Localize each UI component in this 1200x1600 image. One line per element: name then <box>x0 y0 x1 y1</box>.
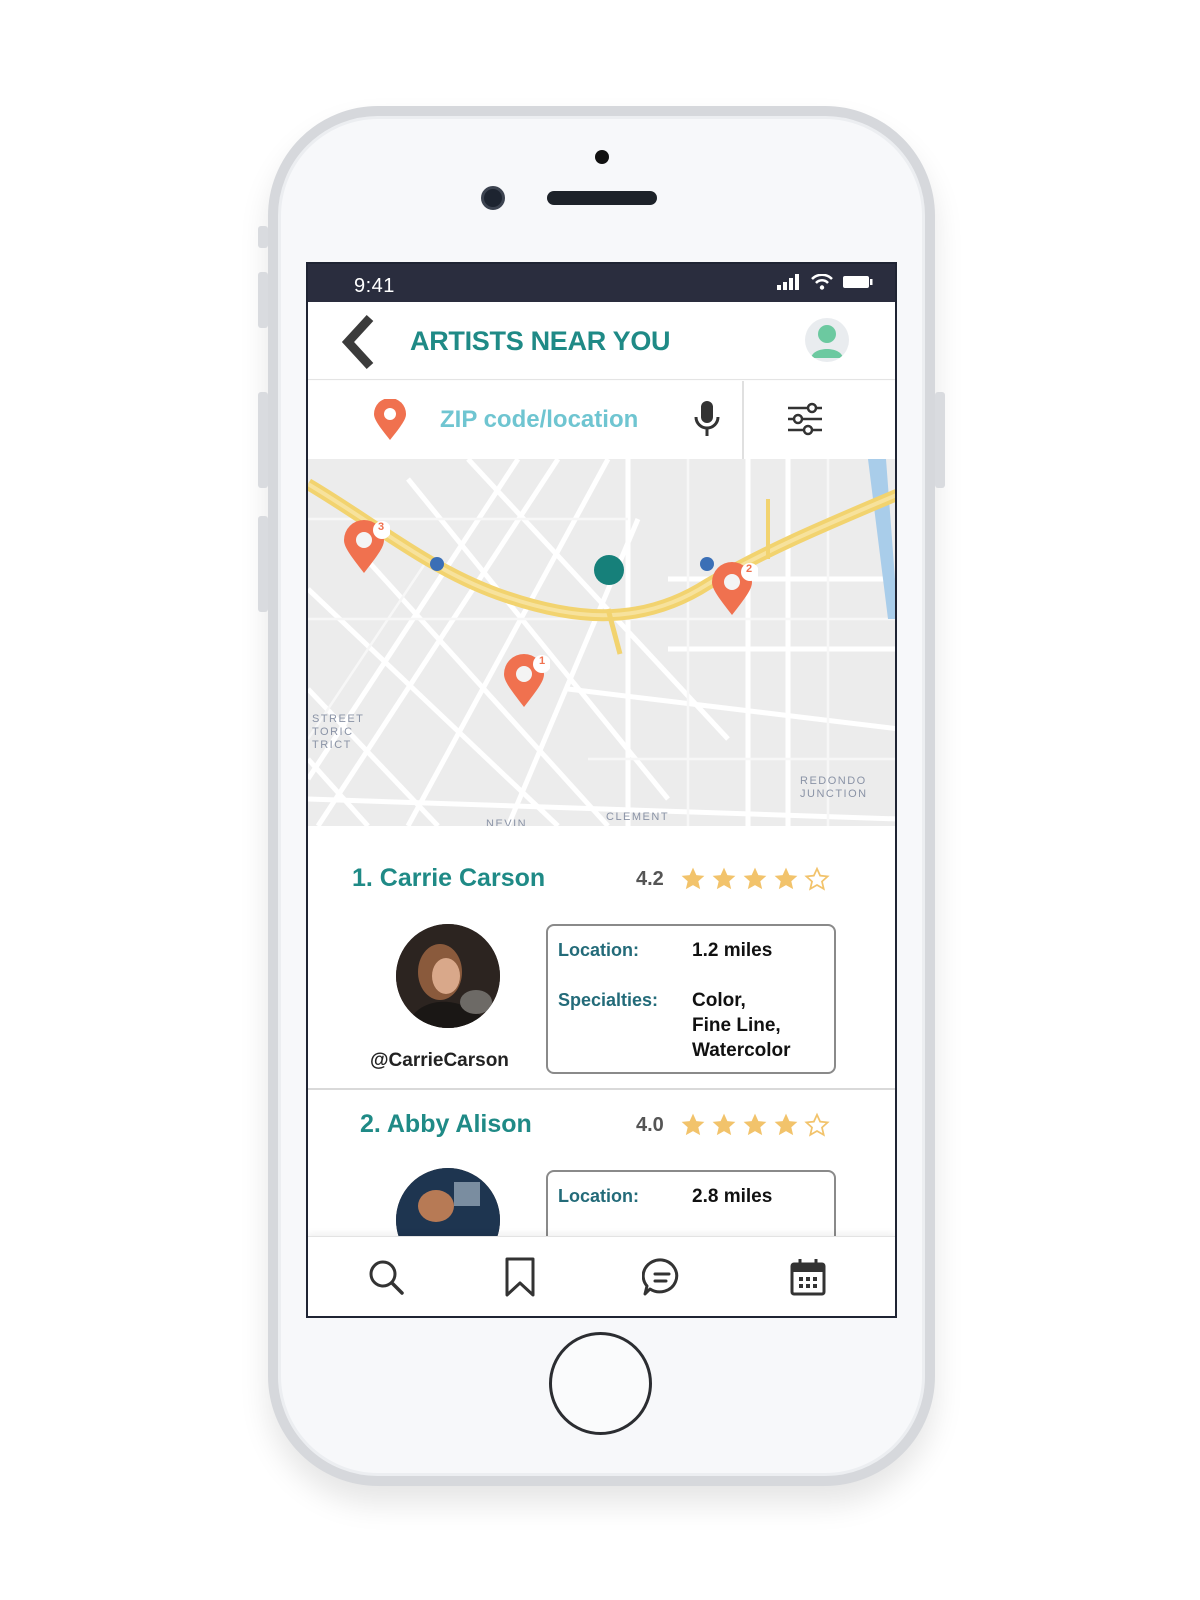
map-label-district: STREET TORIC TRICT <box>312 713 365 751</box>
chevron-left-icon <box>341 314 374 370</box>
star-empty-icon <box>804 866 830 891</box>
search-divider <box>742 381 744 459</box>
location-value: 1.2 miles <box>692 940 773 961</box>
star-filled-icon <box>712 1113 736 1136</box>
location-pin-icon <box>374 399 406 440</box>
artist-list[interactable]: 1. Carrie Carson 4.2 @CarrieCarson Locat… <box>308 826 895 1236</box>
current-location-dot <box>594 555 624 585</box>
artist-card[interactable]: 1. Carrie Carson 4.2 @CarrieCarson Locat… <box>308 826 895 1090</box>
mute-switch <box>258 226 268 248</box>
search-icon <box>369 1260 404 1295</box>
map-view[interactable]: STREET TORIC TRICT REDONDO JUNCTION CLEM… <box>308 459 895 826</box>
map-label-redondo-junction: REDONDO JUNCTION <box>800 775 868 800</box>
volume-down-button-2 <box>258 516 268 612</box>
map-marker-3[interactable]: 3 <box>342 519 391 580</box>
artist-handle[interactable]: @CarrieCarson <box>370 1050 509 1072</box>
artist-info-box: Location: 1.2 miles Specialties: Color, … <box>546 924 836 1074</box>
location-value: 2.8 miles <box>692 1186 773 1207</box>
artist-name[interactable]: 2. Abby Alison <box>360 1110 532 1139</box>
page-title: ARTISTS NEAR YOU <box>410 326 671 356</box>
bookmark-icon <box>505 1257 535 1297</box>
artist-photo[interactable] <box>396 1168 500 1236</box>
zip-location-input[interactable] <box>440 401 680 439</box>
volume-down-button <box>258 392 268 488</box>
status-icons <box>777 274 873 290</box>
specialty-line: Fine Line, <box>692 1015 781 1036</box>
volume-up-button <box>258 272 268 328</box>
search-bar <box>308 381 895 459</box>
map-marker-2[interactable]: 2 <box>710 561 759 622</box>
map-label-nevin: NEVIN <box>486 818 528 826</box>
status-time: 9:41 <box>354 275 395 297</box>
star-filled-icon <box>681 867 705 890</box>
artist-card[interactable]: 2. Abby Alison 4.0 Location: 2.8 miles <box>308 1090 895 1236</box>
home-button[interactable] <box>549 1332 652 1435</box>
star-filled-icon <box>681 1113 705 1136</box>
tab-calendar[interactable] <box>788 1257 828 1297</box>
back-button[interactable] <box>336 314 380 370</box>
star-filled-icon <box>712 867 736 890</box>
rating-value: 4.0 <box>636 1114 664 1136</box>
tab-search[interactable] <box>366 1257 406 1297</box>
user-icon <box>811 325 843 358</box>
proximity-sensor <box>595 150 609 164</box>
power-button <box>935 392 945 488</box>
artist-photo[interactable] <box>396 924 500 1028</box>
front-camera <box>481 186 505 210</box>
specialty-line: Color, <box>692 990 746 1011</box>
location-label: Location: <box>558 940 639 960</box>
map-marker-number: 2 <box>746 563 753 575</box>
specialty-line: Watercolor <box>692 1040 791 1061</box>
app-header: ARTISTS NEAR YOU <box>308 302 895 380</box>
bottom-tab-bar <box>308 1236 895 1316</box>
signal-icon <box>777 274 799 290</box>
star-filled-icon <box>774 1113 798 1136</box>
map-label-clement: CLEMENT <box>606 811 670 823</box>
voice-search-button[interactable] <box>692 399 722 444</box>
status-bar: 9:41 <box>308 264 895 302</box>
microphone-icon <box>694 401 720 436</box>
profile-avatar-button[interactable] <box>805 318 849 362</box>
wifi-icon <box>811 274 833 290</box>
rating-stars <box>680 1112 830 1138</box>
star-empty-icon <box>804 1112 830 1137</box>
filter-button[interactable] <box>786 399 824 444</box>
star-filled-icon <box>743 867 767 890</box>
star-filled-icon <box>743 1113 767 1136</box>
star-filled-icon <box>774 867 798 890</box>
rating-value: 4.2 <box>636 868 664 890</box>
phone-screen: 9:41 ARTISTS NEAR YOU ZIP code/location … <box>306 262 897 1318</box>
tab-saved[interactable] <box>500 1257 540 1297</box>
rating-stars <box>680 866 830 892</box>
specialties-label: Specialties: <box>558 990 659 1010</box>
sliders-icon <box>788 402 822 436</box>
chat-icon <box>641 1258 679 1296</box>
artist-info-box: Location: 2.8 miles <box>546 1170 836 1236</box>
map-marker-1[interactable]: 1 <box>502 653 551 714</box>
calendar-icon <box>790 1259 826 1296</box>
map-marker-number: 1 <box>539 655 546 667</box>
map-marker-number: 3 <box>378 521 385 533</box>
tab-messages[interactable] <box>641 1257 682 1297</box>
map-streets <box>308 459 895 826</box>
battery-icon <box>843 276 873 288</box>
artist-name[interactable]: 1. Carrie Carson <box>352 864 545 893</box>
location-label: Location: <box>558 1186 639 1206</box>
earpiece-speaker <box>547 191 657 205</box>
